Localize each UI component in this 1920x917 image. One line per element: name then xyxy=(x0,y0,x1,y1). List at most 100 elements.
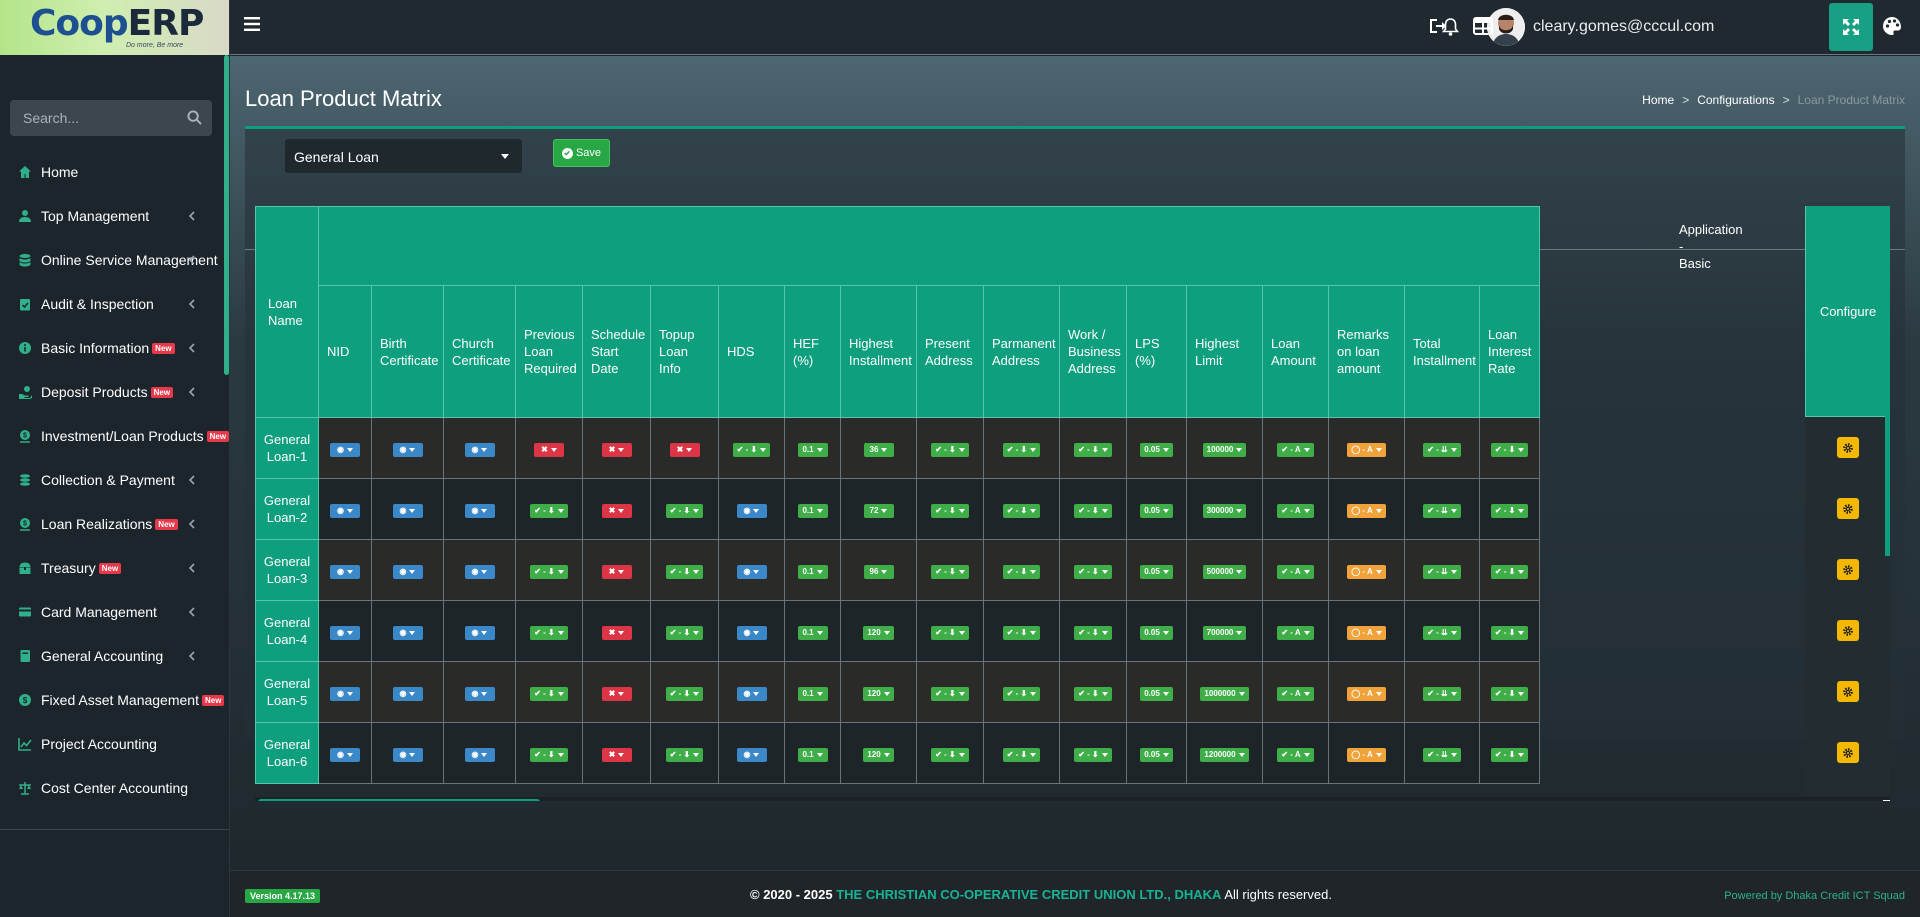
cell-dropdown-button[interactable]: ✔ - ⬇ xyxy=(1490,564,1529,579)
cell-dropdown-button[interactable]: 36 xyxy=(863,442,894,457)
cell-dropdown-button[interactable]: ✔ - ⬇ xyxy=(931,747,969,762)
cell-dropdown-button[interactable]: ✔ - ⬇ xyxy=(1074,442,1112,457)
cell-dropdown-button[interactable]: 300000 xyxy=(1202,503,1247,518)
cell-dropdown-button[interactable]: ✔ - ⬇ xyxy=(530,747,568,762)
configure-button[interactable] xyxy=(1837,559,1859,580)
sidebar-item-loan-realizations[interactable]: $ Loan Realizations New xyxy=(0,502,224,546)
cell-dropdown-button[interactable]: ◉ xyxy=(392,747,423,762)
configure-button[interactable] xyxy=(1837,437,1859,458)
cell-dropdown-button[interactable]: ✔ - A xyxy=(1277,564,1314,579)
cell-dropdown-button[interactable]: 96 xyxy=(863,564,894,579)
cell-dropdown-button[interactable]: ✖ xyxy=(601,564,632,579)
configure-button[interactable] xyxy=(1837,742,1859,763)
search-icon[interactable] xyxy=(187,110,202,125)
user-email[interactable]: cleary.gomes@cccul.com xyxy=(1533,18,1714,36)
cell-dropdown-button[interactable]: 0.05 xyxy=(1140,686,1173,701)
cell-dropdown-button[interactable]: ✖ xyxy=(669,442,700,457)
cell-dropdown-button[interactable]: ✔ - ⬇ xyxy=(732,442,771,457)
cell-dropdown-button[interactable]: ✔ - A xyxy=(1277,503,1314,518)
configure-button[interactable] xyxy=(1837,620,1859,641)
cell-dropdown-button[interactable]: ◉ xyxy=(464,442,495,457)
cell-dropdown-button[interactable]: ✔ - ⬇ xyxy=(530,564,568,579)
sidebar-item-fixed-asset-management[interactable]: $ Fixed Asset Management New xyxy=(0,678,225,722)
cell-dropdown-button[interactable]: ✖ xyxy=(601,747,632,762)
cell-dropdown-button[interactable]: ◉ xyxy=(330,625,360,640)
configure-button[interactable] xyxy=(1837,681,1859,702)
cell-dropdown-button[interactable]: ✔ - ⬇ xyxy=(931,503,969,518)
sidebar-item-basic-information[interactable]: Basic Information New xyxy=(0,326,224,370)
cell-dropdown-button[interactable]: ✔ - ⬇ xyxy=(1002,503,1041,518)
cell-dropdown-button[interactable]: ✔ - ⬇ xyxy=(530,686,568,701)
cell-dropdown-button[interactable]: 0.1 xyxy=(797,503,828,518)
sidebar-item-audit-inspection[interactable]: Audit & Inspection xyxy=(0,282,224,326)
sidebar-item-project-accounting[interactable]: Project Accounting xyxy=(0,722,224,766)
cell-dropdown-button[interactable]: ✔ - ⬇ xyxy=(1490,442,1529,457)
cell-dropdown-button[interactable]: ◉ xyxy=(330,686,360,701)
sidebar-item-treasury[interactable]: Treasury New xyxy=(0,546,224,590)
cell-dropdown-button[interactable]: ◉ xyxy=(464,747,495,762)
cell-dropdown-button[interactable]: ✔ - ⬇ xyxy=(530,503,568,518)
cell-dropdown-button[interactable]: 100000 xyxy=(1202,442,1247,457)
breadcrumb-configurations[interactable]: Configurations xyxy=(1697,93,1774,107)
cell-dropdown-button[interactable]: ✔ - ⬇ xyxy=(665,503,704,518)
save-button[interactable]: Save xyxy=(553,139,610,167)
cell-dropdown-button[interactable]: ✔ - ⬇ xyxy=(530,625,568,640)
cell-dropdown-button[interactable]: ✔ - ⬇ xyxy=(1002,442,1041,457)
breadcrumb-home[interactable]: Home xyxy=(1642,93,1674,107)
cell-dropdown-button[interactable]: ◉ xyxy=(330,442,360,457)
organization-link[interactable]: THE CHRISTIAN CO-OPERATIVE CREDIT UNION … xyxy=(836,887,1221,902)
cell-dropdown-button[interactable]: ✖ xyxy=(601,442,632,457)
cell-dropdown-button[interactable]: ✔ - ⬇ xyxy=(1074,747,1112,762)
cell-dropdown-button[interactable]: 0.1 xyxy=(797,686,828,701)
cell-dropdown-button[interactable]: 700000 xyxy=(1202,625,1247,640)
cell-dropdown-button[interactable]: 0.05 xyxy=(1140,503,1173,518)
cell-dropdown-button[interactable]: ✔ - ⇊ xyxy=(1423,625,1461,640)
cell-dropdown-button[interactable]: ◉ xyxy=(464,503,495,518)
cell-dropdown-button[interactable]: ◉ xyxy=(392,564,423,579)
configure-button[interactable] xyxy=(1837,498,1859,519)
cell-dropdown-button[interactable]: ◯ - A xyxy=(1347,686,1386,701)
cell-dropdown-button[interactable]: ✔ - ⬇ xyxy=(1074,564,1112,579)
fullscreen-button[interactable] xyxy=(1829,3,1873,51)
sidebar-item-top-management[interactable]: Top Management xyxy=(0,194,224,238)
sidebar-item-collection-payment[interactable]: Collection & Payment xyxy=(0,458,224,502)
cell-dropdown-button[interactable]: 0.1 xyxy=(797,442,828,457)
cell-dropdown-button[interactable]: ✔ - ⬇ xyxy=(931,625,969,640)
cell-dropdown-button[interactable]: ◉ xyxy=(736,503,767,518)
cell-dropdown-button[interactable]: ✔ - ⬇ xyxy=(665,564,704,579)
cell-dropdown-button[interactable]: 120 xyxy=(863,686,894,701)
cell-dropdown-button[interactable]: ✖ xyxy=(601,503,632,518)
cell-dropdown-button[interactable]: ✔ - ⇊ xyxy=(1423,564,1461,579)
cell-dropdown-button[interactable]: ✔ - ⬇ xyxy=(1002,686,1041,701)
cell-dropdown-button[interactable]: 72 xyxy=(863,503,894,518)
sidebar-item-card-management[interactable]: Card Management xyxy=(0,590,224,634)
cell-dropdown-button[interactable]: ✔ - ⬇ xyxy=(1002,564,1041,579)
cell-dropdown-button[interactable]: ◯ - A xyxy=(1347,625,1386,640)
cell-dropdown-button[interactable]: ✔ - ⇊ xyxy=(1423,503,1461,518)
cell-dropdown-button[interactable]: ◉ xyxy=(392,442,423,457)
cell-dropdown-button[interactable]: ◯ - A xyxy=(1347,747,1386,762)
cell-dropdown-button[interactable]: ✔ - ⬇ xyxy=(931,564,969,579)
cell-dropdown-button[interactable]: ✖ xyxy=(601,625,632,640)
loan-type-select[interactable]: General Loan xyxy=(285,139,522,173)
app-logo[interactable]: CoopERP Do more, Be more xyxy=(0,0,229,55)
cell-dropdown-button[interactable]: ◉ xyxy=(464,564,495,579)
cell-dropdown-button[interactable]: ◉ xyxy=(736,747,767,762)
sidebar-item-home[interactable]: Home xyxy=(0,150,224,194)
layout-icon[interactable] xyxy=(1473,16,1493,36)
cell-dropdown-button[interactable]: ◉ xyxy=(464,625,495,640)
cell-dropdown-button[interactable]: ✔ - ⬇ xyxy=(1002,747,1041,762)
palette-icon[interactable] xyxy=(1882,16,1902,36)
cell-dropdown-button[interactable]: ◉ xyxy=(736,625,767,640)
cell-dropdown-button[interactable]: ✔ - ⬇ xyxy=(1002,625,1041,640)
cell-dropdown-button[interactable]: 0.05 xyxy=(1140,564,1173,579)
cell-dropdown-button[interactable]: ✔ - ⬇ xyxy=(1074,686,1112,701)
cell-dropdown-button[interactable]: ✔ - ⬇ xyxy=(665,686,704,701)
sidebar-item-online-service-management[interactable]: Online Service Management xyxy=(0,238,224,282)
cell-dropdown-button[interactable]: 1000000 xyxy=(1200,686,1249,701)
cell-dropdown-button[interactable]: ✔ - ⬇ xyxy=(1490,747,1529,762)
cell-dropdown-button[interactable]: ✖ xyxy=(534,442,564,457)
cell-dropdown-button[interactable]: ✔ - ⇊ xyxy=(1423,442,1461,457)
sidebar-item-investment-loan-products[interactable]: $ Investment/Loan Products New xyxy=(0,414,229,458)
table-horizontal-scrollbar[interactable] xyxy=(258,799,540,801)
